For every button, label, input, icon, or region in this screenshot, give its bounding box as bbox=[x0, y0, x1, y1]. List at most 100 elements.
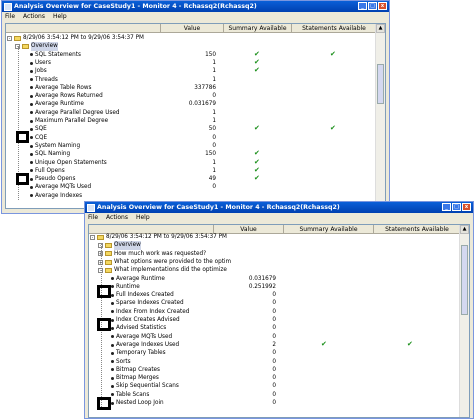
scroll-thumb[interactable] bbox=[461, 245, 468, 315]
table-row[interactable]: Sorts 0 bbox=[89, 358, 459, 366]
table-row[interactable]: Users 1 ✔ bbox=[6, 58, 375, 67]
table-row[interactable]: Average Indexes bbox=[6, 192, 375, 200]
table-row[interactable]: Average Runtime 0.031679 bbox=[89, 275, 459, 283]
row-value: 1 bbox=[212, 167, 216, 174]
scroll-thumb[interactable] bbox=[377, 64, 384, 104]
table-row[interactable]: CQE 0 bbox=[6, 134, 375, 142]
table-row[interactable]: Bitmap Creates 0 bbox=[89, 366, 459, 374]
row-value: 0.031679 bbox=[248, 275, 276, 282]
table-row[interactable]: Maximum Parallel Degree 1 bbox=[6, 117, 375, 125]
analysis-window-1: Analysis Overview for CaseStudy1 - Monit… bbox=[1, 0, 390, 214]
table-row[interactable]: Index Creates Advised 0 bbox=[89, 316, 459, 324]
row-label: Nested Loop Join bbox=[111, 399, 164, 407]
row-label-text: SQE bbox=[35, 126, 47, 133]
tree-folder-overview[interactable]: - Overview bbox=[6, 42, 375, 51]
bullet-icon bbox=[111, 360, 114, 364]
bullet-icon bbox=[30, 111, 33, 115]
app-icon bbox=[4, 2, 12, 11]
table-row[interactable]: + How much work was requested? bbox=[89, 250, 459, 258]
col-summary-header[interactable]: Summary Available bbox=[224, 24, 292, 33]
bullet-icon bbox=[30, 127, 33, 131]
folder-icon bbox=[97, 234, 104, 240]
maximize-button[interactable]: □ bbox=[368, 2, 377, 10]
table-row[interactable]: Average Indexes Used 2 ✔ ✔ bbox=[89, 339, 459, 349]
table-row[interactable]: Average MQTs Used 0 bbox=[89, 333, 459, 341]
row-label-text: Bitmap Creates bbox=[116, 366, 161, 373]
bullet-icon bbox=[111, 326, 114, 330]
table-row[interactable]: SQE 50 ✔ ✔ bbox=[6, 124, 375, 133]
table-row[interactable]: Jobs 1 ✔ bbox=[6, 66, 375, 75]
table-row[interactable]: + What options were provided to the optim bbox=[89, 258, 459, 266]
table-row[interactable]: Index From Index Created 0 bbox=[89, 308, 459, 316]
bullet-icon bbox=[30, 61, 33, 65]
collapse-icon[interactable]: - bbox=[7, 35, 12, 41]
tree-root-row[interactable]: - 8/29/06 3:54:12 PM to 9/29/06 3:54:37 P… bbox=[6, 34, 375, 42]
check-icon: ✔ bbox=[321, 339, 327, 348]
table-row[interactable]: Nested Loop Join 0 bbox=[89, 399, 459, 407]
table-row[interactable]: Pseudo Opens 49 ✔ bbox=[6, 174, 375, 183]
scroll-up-arrow[interactable]: ▲ bbox=[376, 24, 385, 33]
minimize-button[interactable]: _ bbox=[358, 2, 367, 10]
table-row[interactable]: Table Scans 0 bbox=[89, 391, 459, 399]
close-button[interactable]: x bbox=[462, 203, 471, 211]
row-label: Average Runtime bbox=[111, 275, 165, 283]
row-label: Table Scans bbox=[111, 391, 149, 399]
menu-actions[interactable]: Actions bbox=[106, 214, 128, 221]
table-row[interactable]: Advised Statistics 0 bbox=[89, 324, 459, 332]
window-1-titlebar[interactable]: Analysis Overview for CaseStudy1 - Monit… bbox=[2, 1, 389, 12]
table-row[interactable]: SQL Statements 150 ✔ ✔ bbox=[6, 50, 375, 59]
row-label: Average MQTs Used bbox=[111, 333, 172, 341]
window-1-scrollbar[interactable]: ▲ bbox=[375, 24, 385, 208]
table-row[interactable]: - What implementations did the optimize bbox=[89, 266, 459, 274]
table-row[interactable]: SQL Naming 150 ✔ bbox=[6, 149, 375, 158]
menu-help[interactable]: Help bbox=[53, 13, 67, 20]
table-row[interactable]: Threads 1 bbox=[6, 76, 375, 84]
row-value: 0 bbox=[272, 308, 276, 315]
check-icon: ✔ bbox=[254, 149, 260, 158]
table-row[interactable]: Sparse Indexes Created 0 bbox=[89, 299, 459, 307]
window-2-scrollbar[interactable]: ▲ bbox=[459, 225, 469, 417]
menu-file[interactable]: File bbox=[5, 13, 15, 20]
row-label: Average Indexes bbox=[30, 192, 82, 200]
collapse-icon[interactable]: - bbox=[90, 234, 95, 240]
row-label: System Naming bbox=[30, 142, 80, 150]
row-label-text: System Naming bbox=[35, 142, 81, 149]
col-value-header[interactable]: Value bbox=[161, 24, 224, 33]
menu-actions[interactable]: Actions bbox=[23, 13, 45, 20]
col-statements-header[interactable]: Statements Available bbox=[292, 24, 377, 33]
bullet-icon bbox=[111, 335, 114, 339]
table-row[interactable]: Average Table Rows 337786 bbox=[6, 84, 375, 92]
table-row[interactable]: Skip Sequential Scans 0 bbox=[89, 382, 459, 390]
row-label-text: Average Table Rows bbox=[35, 84, 92, 91]
bullet-icon bbox=[111, 351, 114, 355]
minimize-button[interactable]: _ bbox=[442, 203, 451, 211]
table-row[interactable]: Unique Open Statements 1 ✔ bbox=[6, 158, 375, 167]
row-label-text: Average Runtime bbox=[35, 101, 84, 108]
folder-icon bbox=[105, 251, 112, 257]
row-label-text: Unique Open Statements bbox=[35, 159, 107, 166]
table-row[interactable]: - Overview bbox=[89, 241, 459, 250]
menu-help[interactable]: Help bbox=[136, 214, 150, 221]
scroll-up-arrow[interactable]: ▲ bbox=[460, 225, 469, 234]
row-label: Bitmap Merges bbox=[111, 374, 159, 382]
table-row[interactable]: Runtime 0.251992 bbox=[89, 283, 459, 291]
table-row[interactable]: Average Rows Returned 0 bbox=[6, 92, 375, 100]
table-row[interactable]: Full Indexes Created 0 bbox=[89, 291, 459, 299]
close-button[interactable]: x bbox=[378, 2, 387, 10]
tree-root-row[interactable]: - 8/29/06 3:54:12 PM to 9/29/06 3:54:37 P… bbox=[89, 233, 459, 241]
table-row[interactable]: Bitmap Merges 0 bbox=[89, 374, 459, 382]
window-2-titlebar[interactable]: Analysis Overview for CaseStudy1 - Monit… bbox=[85, 202, 473, 213]
table-row[interactable]: Average MQTs Used 0 bbox=[6, 183, 375, 191]
table-row[interactable]: Full Opens 1 ✔ bbox=[6, 166, 375, 175]
table-row[interactable]: Average Runtime 0.031679 bbox=[6, 100, 375, 108]
table-row[interactable]: Average Parallel Degree Used 1 bbox=[6, 109, 375, 117]
table-row[interactable]: Temporary Tables 0 bbox=[89, 349, 459, 357]
col-name-header[interactable] bbox=[6, 24, 161, 33]
row-label-text: Index Creates Advised bbox=[116, 317, 180, 323]
bullet-icon bbox=[111, 277, 114, 281]
bullet-icon bbox=[111, 318, 114, 322]
table-row[interactable]: System Naming 0 bbox=[6, 142, 375, 150]
highlight-box bbox=[97, 285, 111, 298]
menu-file[interactable]: File bbox=[88, 214, 98, 221]
maximize-button[interactable]: □ bbox=[452, 203, 461, 211]
